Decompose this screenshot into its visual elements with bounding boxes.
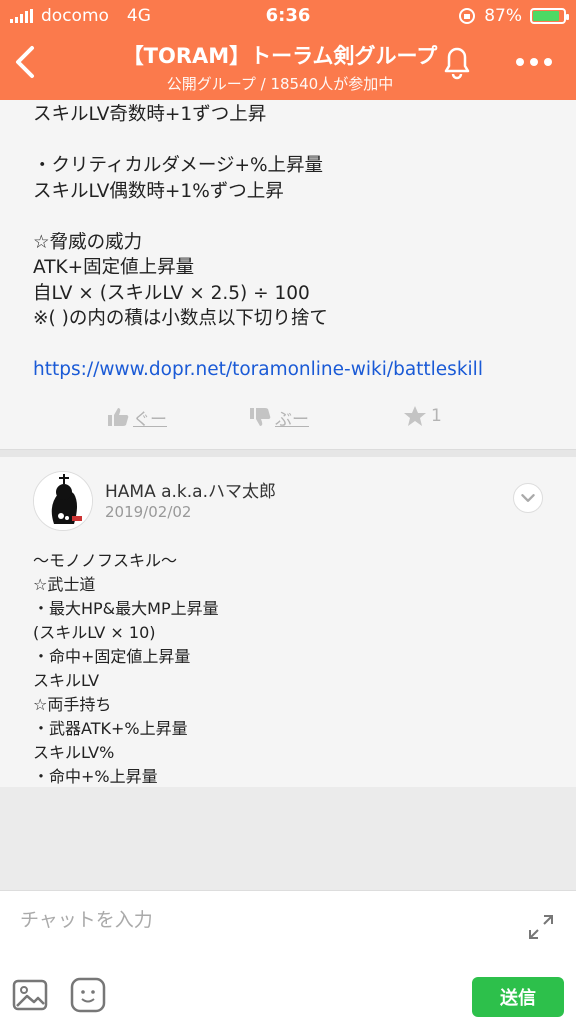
post-text-line	[33, 128, 543, 154]
more-icon[interactable]	[512, 50, 556, 74]
dislike-label: ぶー	[275, 409, 309, 430]
star-button[interactable]: 1	[403, 405, 442, 427]
post-text-line: ※( )の内の積は小数点以下切り捨て	[33, 308, 328, 329]
bell-icon[interactable]	[438, 42, 476, 82]
group-title: 【TORAM】トーラム剣グループ	[122, 44, 438, 68]
photo-icon[interactable]	[12, 979, 48, 1011]
post-text-line: (スキルLV × 10)	[33, 622, 156, 642]
battery-icon	[530, 8, 569, 24]
post-text-line	[33, 204, 543, 230]
post-text-line: スキルLV偶数時+1%ずつ上昇	[33, 180, 284, 202]
author-name[interactable]: HAMA a.k.a.ハマ太郎	[105, 477, 276, 502]
post-message: スキルLV奇数時+1ずつ上昇 ・クリティカルダメージ+%上昇量 スキルLV偶数時…	[0, 100, 576, 449]
sticker-icon[interactable]	[70, 977, 106, 1013]
post-text-line: スキルLV%	[33, 742, 115, 762]
post-text-line: スキルLV奇数時+1ずつ上昇	[33, 104, 267, 125]
reaction-bar: ぐー ぶー 1	[33, 383, 543, 449]
battery-percent: 87%	[484, 6, 522, 26]
post-text-line: ・武器ATK+%上昇量	[33, 718, 188, 738]
star-icon	[404, 405, 426, 426]
post-text-line: スキルLV	[33, 670, 100, 690]
expand-icon[interactable]	[527, 913, 555, 941]
star-count: 1	[431, 405, 442, 426]
like-button[interactable]: ぐー	[107, 405, 167, 430]
chevron-down-icon[interactable]	[513, 482, 543, 513]
thumbs-up-icon	[108, 408, 129, 426]
thumbs-down-icon	[250, 408, 271, 426]
post-text-line: ・命中+%上昇量	[33, 766, 158, 786]
post-link[interactable]: https://www.dopr.net/toramonline-wiki/ba…	[33, 357, 543, 383]
post-text-line: 〜モノノフスキル〜	[33, 550, 178, 570]
avatar[interactable]	[33, 470, 93, 531]
chat-header: 【TORAM】トーラム剣グループ 公開グループ / 18540人が参加中	[0, 30, 576, 100]
post-text-line: ☆両手持ち	[33, 694, 112, 714]
group-subtitle: 公開グループ / 18540人が参加中	[166, 75, 394, 93]
avatar-image	[34, 471, 92, 530]
post-text-line: ATK+固定値上昇量	[33, 257, 195, 278]
like-label: ぐー	[133, 409, 167, 430]
post-text-line: ・最大HP&最大MP上昇量	[33, 598, 219, 618]
post-text-line	[33, 332, 543, 358]
post-text-line: 自LV × (スキルLV × 2.5) ÷ 100	[33, 282, 310, 304]
post-author: HAMA a.k.a.ハマ太郎 2019/02/02	[33, 457, 543, 539]
chat-input[interactable]: チャットを入力	[20, 905, 153, 932]
back-icon[interactable]	[8, 40, 48, 84]
post-text-line: ☆脅威の威力	[33, 231, 143, 253]
chat-input-bar: チャットを入力 送信	[0, 890, 576, 1024]
dislike-button[interactable]: ぶー	[249, 405, 309, 430]
post-text-line: ・クリティカルダメージ+%上昇量	[33, 155, 324, 176]
post-message: HAMA a.k.a.ハマ太郎 2019/02/02 〜モノノフスキル〜 ☆武士…	[0, 456, 576, 787]
status-bar: docomo 4G 6:36 87%	[0, 0, 576, 30]
post-text-line: ・命中+固定値上昇量	[33, 646, 191, 666]
rotation-lock-icon	[459, 8, 476, 24]
post-date: 2019/02/02	[105, 502, 192, 521]
message-list[interactable]: スキルLV奇数時+1ずつ上昇 ・クリティカルダメージ+%上昇量 スキルLV偶数時…	[0, 100, 576, 890]
post-divider	[0, 448, 576, 457]
send-button[interactable]: 送信	[472, 977, 564, 1017]
post-text-line: ☆武士道	[33, 574, 96, 594]
